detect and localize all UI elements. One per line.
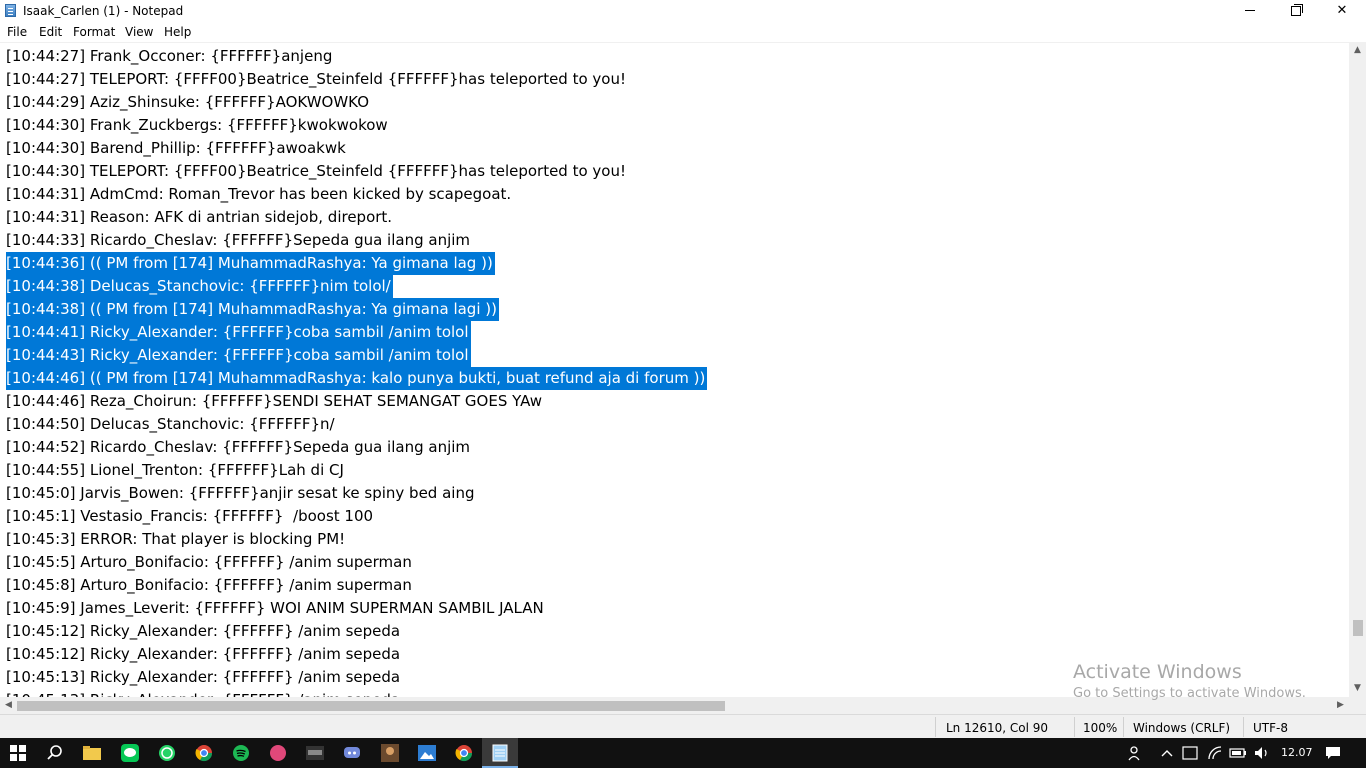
spotify-icon[interactable]	[231, 743, 251, 763]
text-editor[interactable]: [10:44:27] Frank_Occoner: {FFFFFF}anjeng…	[0, 42, 1349, 698]
maximize-button[interactable]	[1273, 0, 1319, 22]
minimize-icon	[1245, 10, 1255, 11]
volume-icon[interactable]	[1252, 743, 1272, 763]
scroll-down-icon[interactable]: ▼	[1349, 683, 1366, 693]
file-explorer-icon[interactable]	[82, 743, 102, 763]
text-line[interactable]: [10:45:9] James_Leverit: {FFFFFF} WOI AN…	[6, 597, 544, 620]
action-center-icon[interactable]	[1180, 743, 1200, 763]
status-divider	[935, 717, 936, 737]
clock[interactable]: 12.07	[1281, 746, 1313, 759]
status-divider	[1074, 717, 1075, 737]
activate-windows-title: Activate Windows	[1073, 661, 1242, 683]
zoom-level: 100%	[1083, 721, 1118, 735]
text-line[interactable]: [10:44:50] Delucas_Stanchovic: {FFFFFF}n…	[6, 413, 335, 436]
scroll-up-icon[interactable]: ▲	[1349, 45, 1366, 55]
text-line[interactable]: [10:45:13] Ricky_Alexander: {FFFFFF} /an…	[6, 666, 400, 689]
close-button[interactable]: ✕	[1319, 0, 1365, 22]
minimize-button[interactable]	[1227, 0, 1273, 22]
status-bar: Ln 12610, Col 90 100% Windows (CRLF) UTF…	[0, 714, 1366, 739]
menu-bar: File Edit Format View Help	[0, 22, 1366, 42]
text-line[interactable]: [10:45:5] Arturo_Bonifacio: {FFFFFF} /an…	[6, 551, 412, 574]
game-icon[interactable]	[380, 743, 400, 763]
menu-edit[interactable]: Edit	[39, 25, 62, 39]
text-line[interactable]: [10:44:33] Ricardo_Cheslav: {FFFFFF}Sepe…	[6, 229, 470, 252]
close-icon: ✕	[1336, 3, 1348, 18]
app-icon[interactable]	[268, 743, 288, 763]
vertical-scrollbar[interactable]: ▲ ▼	[1349, 42, 1366, 697]
photos-icon[interactable]	[417, 743, 437, 763]
menu-view[interactable]: View	[125, 25, 153, 39]
text-line[interactable]: [10:44:27] TELEPORT: {FFFF00}Beatrice_St…	[6, 68, 626, 91]
restore-icon	[1291, 3, 1303, 16]
text-line[interactable]: [10:44:38] (( PM from [174] MuhammadRash…	[6, 298, 499, 321]
text-line[interactable]: [10:44:27] Frank_Occoner: {FFFFFF}anjeng	[6, 45, 332, 68]
notepad-icon	[5, 4, 16, 17]
notification-icon[interactable]	[1323, 743, 1343, 763]
text-line[interactable]: [10:44:36] (( PM from [174] MuhammadRash…	[6, 252, 495, 275]
title-bar: Isaak_Carlen (1) - Notepad ✕	[0, 0, 1366, 22]
menu-help[interactable]: Help	[164, 25, 191, 39]
text-line[interactable]: [10:44:38] Delucas_Stanchovic: {FFFFFF}n…	[6, 275, 393, 298]
text-line[interactable]: [10:44:31] Reason: AFK di antrian sidejo…	[6, 206, 392, 229]
chrome-icon[interactable]	[194, 743, 214, 763]
scroll-left-icon[interactable]: ◀	[0, 700, 17, 710]
text-line[interactable]: [10:44:30] Barend_Phillip: {FFFFFF}awoak…	[6, 137, 346, 160]
text-line[interactable]: [10:45:12] Ricky_Alexander: {FFFFFF} /an…	[6, 643, 400, 666]
menu-format[interactable]: Format	[73, 25, 115, 39]
text-line[interactable]: [10:44:43] Ricky_Alexander: {FFFFFF}coba…	[6, 344, 471, 367]
search-icon[interactable]	[45, 743, 65, 763]
chrome-icon[interactable]	[454, 743, 474, 763]
vertical-scroll-thumb[interactable]	[1353, 620, 1363, 636]
text-line[interactable]: [10:45:1] Vestasio_Francis: {FFFFFF} /bo…	[6, 505, 373, 528]
text-line[interactable]: [10:44:29] Aziz_Shinsuke: {FFFFFF}AOKWOW…	[6, 91, 369, 114]
text-line[interactable]: [10:45:12] Ricky_Alexander: {FFFFFF} /an…	[6, 620, 400, 643]
text-line[interactable]: [10:44:30] Frank_Zuckbergs: {FFFFFF}kwok…	[6, 114, 388, 137]
text-line[interactable]: [10:44:41] Ricky_Alexander: {FFFFFF}coba…	[6, 321, 471, 344]
window-title: Isaak_Carlen (1) - Notepad	[23, 4, 184, 18]
text-line[interactable]: [10:44:55] Lionel_Trenton: {FFFFFF}Lah d…	[6, 459, 344, 482]
text-line[interactable]: [10:44:30] TELEPORT: {FFFF00}Beatrice_St…	[6, 160, 626, 183]
status-divider	[1123, 717, 1124, 737]
windows-start-icon[interactable]	[8, 743, 28, 763]
text-line[interactable]: [10:45:8] Arturo_Bonifacio: {FFFFFF} /an…	[6, 574, 412, 597]
samp-icon[interactable]	[305, 743, 325, 763]
horizontal-scroll-thumb[interactable]	[17, 701, 725, 711]
people-icon[interactable]	[1126, 743, 1146, 763]
status-divider	[1243, 717, 1244, 737]
text-line[interactable]: [10:45:3] ERROR: That player is blocking…	[6, 528, 345, 551]
text-line[interactable]: [10:44:46] Reza_Choirun: {FFFFFF}SENDI S…	[6, 390, 542, 413]
notepad-icon[interactable]	[490, 743, 510, 763]
discord-icon[interactable]	[342, 743, 362, 763]
taskbar: 12.07	[0, 738, 1366, 768]
whatsapp-icon[interactable]	[157, 743, 177, 763]
scroll-right-icon[interactable]: ▶	[1332, 700, 1349, 710]
chevron-up-icon[interactable]	[1157, 743, 1177, 763]
text-line[interactable]: [10:44:52] Ricardo_Cheslav: {FFFFFF}Sepe…	[6, 436, 470, 459]
menu-file[interactable]: File	[7, 25, 27, 39]
line-app-icon[interactable]	[120, 743, 140, 763]
line-ending: Windows (CRLF)	[1133, 721, 1231, 735]
activate-windows-subtitle: Go to Settings to activate Windows.	[1073, 686, 1306, 701]
text-line[interactable]: [10:44:46] (( PM from [174] MuhammadRash…	[6, 367, 708, 390]
encoding: UTF-8	[1253, 721, 1288, 735]
wifi-icon[interactable]	[1205, 743, 1225, 763]
scrollbar-corner	[1349, 697, 1366, 714]
text-line[interactable]: [10:45:0] Jarvis_Bowen: {FFFFFF}anjir se…	[6, 482, 475, 505]
cursor-position: Ln 12610, Col 90	[946, 721, 1049, 735]
battery-icon[interactable]	[1228, 743, 1248, 763]
text-line[interactable]: [10:44:31] AdmCmd: Roman_Trevor has been…	[6, 183, 511, 206]
